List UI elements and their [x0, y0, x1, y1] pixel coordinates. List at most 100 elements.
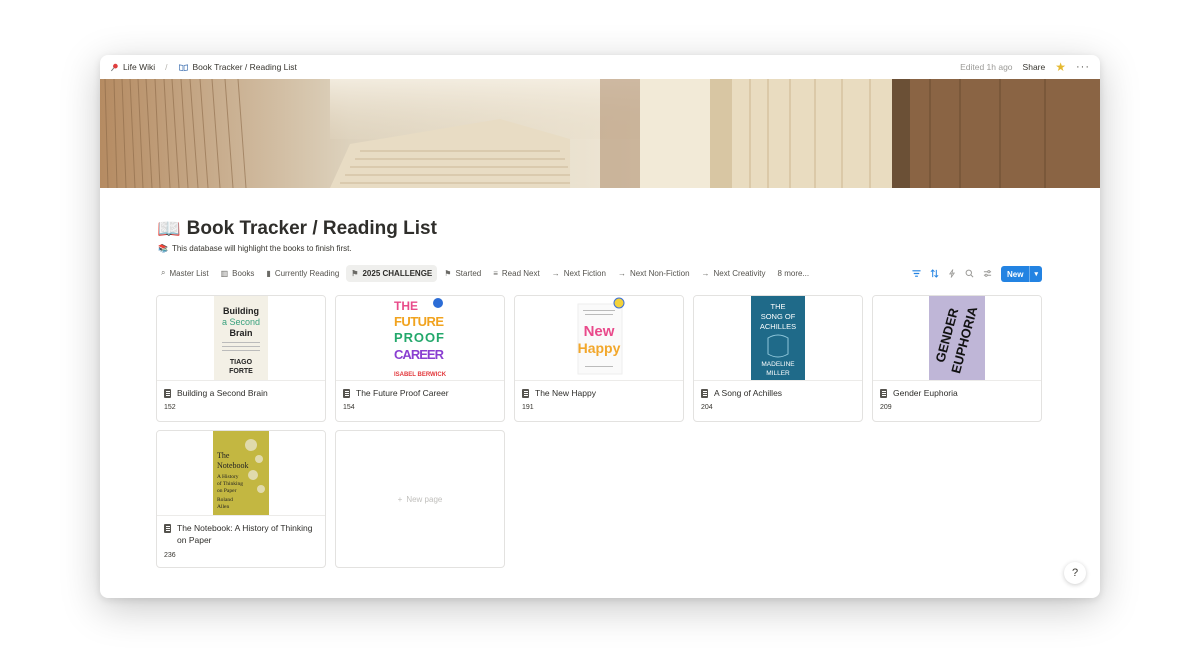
help-icon: ?: [1071, 567, 1079, 579]
card-title: A Song of Achilles: [694, 381, 862, 399]
cover-text: CAREER: [394, 347, 445, 362]
new-button[interactable]: New ▾: [1001, 266, 1042, 282]
tab-read-next[interactable]: ≡ Read Next: [488, 265, 544, 282]
tab-next-creativity[interactable]: → Next Creativity: [697, 265, 771, 282]
book-title: The Notebook: A History of Thinking on P…: [177, 523, 313, 546]
cover-text: MADELINE: [761, 361, 795, 368]
more-options-icon[interactable]: ···: [1076, 61, 1090, 73]
breadcrumb-item-book-tracker[interactable]: Book Tracker / Reading List: [178, 62, 297, 72]
page-icon: [164, 524, 171, 533]
view-settings-icon[interactable]: [983, 269, 992, 280]
arrow-right-icon: →: [617, 268, 626, 278]
cover-text: MILLER: [766, 370, 790, 377]
page-count: 236: [164, 551, 176, 559]
tab-label: Next Fiction: [563, 268, 606, 278]
cover-text: New: [584, 323, 615, 340]
tab-started[interactable]: ⚑ Started: [439, 265, 486, 282]
tab-label: Started: [455, 268, 482, 278]
plus-icon: +: [397, 494, 403, 504]
cover-text: Happy: [578, 340, 621, 356]
card-title: Gender Euphoria: [873, 381, 1041, 399]
card-title: The New Happy: [515, 381, 683, 399]
tab-next-non-fiction[interactable]: → Next Non-Fiction: [613, 265, 695, 282]
cover-text: Building: [223, 306, 259, 316]
cover-text: THE: [771, 302, 786, 311]
page-icon: [701, 389, 708, 398]
open-book-icon: [178, 63, 188, 71]
book-cover: Building a Second Brain TIAGO FORTE: [157, 296, 325, 381]
page-icon: [164, 389, 171, 398]
automation-lightning-icon[interactable]: [948, 268, 956, 280]
cover-text: THE: [394, 299, 418, 313]
page-icon: [343, 389, 350, 398]
sort-icon[interactable]: [930, 268, 939, 280]
cover-text: ACHILLES: [760, 322, 796, 331]
tab-label: Next Non-Fiction: [629, 268, 690, 278]
tab-currently-reading[interactable]: ▮ Currently Reading: [261, 265, 344, 282]
tab-more-views[interactable]: 8 more...: [773, 265, 815, 282]
page-icon: [522, 389, 529, 398]
book-cover: New Happy: [515, 296, 683, 381]
page-emoji-icon[interactable]: 📖: [157, 217, 181, 241]
checkered-flag-icon: ⚑: [351, 268, 359, 278]
book-title: Building a Second Brain: [177, 388, 268, 398]
cover-image: [100, 79, 1100, 188]
arrow-right-icon: →: [551, 268, 560, 278]
cover-text: of Thinking: [217, 480, 243, 487]
binoculars-icon: ⌕: [161, 268, 166, 277]
cover-text: TIAGO: [230, 359, 253, 366]
stack-icon: ≡: [493, 268, 498, 278]
gallery-card[interactable]: The Notebook A History of Thinking on Pa…: [156, 430, 326, 568]
books-stack-icon: 📚: [158, 244, 168, 253]
gallery-card[interactable]: THE SONG OF ACHILLES MADELINE MILLER A S…: [693, 295, 863, 422]
cover-text: ISABEL BERWICK: [394, 372, 447, 378]
breadcrumb-separator: /: [165, 62, 168, 72]
gallery-card[interactable]: GENDER EUPHORIA Gender Euphoria 209: [872, 295, 1042, 422]
tab-label: Master List: [169, 268, 209, 278]
edited-timestamp: Edited 1h ago: [960, 62, 1013, 72]
cover-text: The: [217, 451, 230, 460]
help-button[interactable]: ?: [1064, 562, 1086, 584]
page-count: 204: [701, 404, 713, 412]
cover-text: PROOF: [394, 330, 444, 345]
new-page-card[interactable]: + New page: [335, 430, 505, 568]
tab-2025-challenge[interactable]: ⚑ 2025 CHALLENGE: [346, 264, 438, 282]
chevron-down-icon[interactable]: ▾: [1029, 266, 1042, 282]
filter-icon[interactable]: [912, 269, 921, 280]
book-cover: THE FUTURE PROOF CAREER ISABEL BERWICK: [336, 296, 504, 381]
cover-text: SONG OF: [761, 312, 796, 321]
page-description[interactable]: 📚 This database will highlight the books…: [158, 244, 352, 253]
favorite-star-icon[interactable]: ★: [1055, 61, 1066, 73]
page-count: 152: [164, 404, 176, 412]
gallery-card[interactable]: THE FUTURE PROOF CAREER ISABEL BERWICK T…: [335, 295, 505, 422]
breadcrumb: Life Wiki / Book Tracker / Reading List: [110, 62, 297, 72]
gallery-card[interactable]: Building a Second Brain TIAGO FORTE Buil…: [156, 295, 326, 422]
breadcrumb-item-life-wiki[interactable]: Life Wiki: [110, 62, 155, 72]
cover-text: a Second: [222, 317, 260, 327]
page-description-text: This database will highlight the books t…: [171, 244, 352, 253]
card-title: The Notebook: A History of Thinking on P…: [157, 516, 325, 547]
tab-master-list[interactable]: ⌕ Master List: [156, 264, 214, 282]
book-icon: ▥: [220, 268, 229, 278]
tab-next-fiction[interactable]: → Next Fiction: [547, 265, 611, 282]
top-bar: Life Wiki / Book Tracker / Reading List …: [100, 55, 1100, 79]
cover-text: FUTURE: [394, 314, 444, 329]
search-icon[interactable]: [965, 269, 974, 280]
cover-text: Notebook: [217, 461, 249, 470]
bookmark-icon: ▮: [266, 268, 271, 278]
book-cover: GENDER EUPHORIA: [873, 296, 1041, 381]
book-title: A Song of Achilles: [714, 388, 783, 398]
breadcrumb-label: Life Wiki: [123, 62, 156, 72]
page-title[interactable]: 📖 Book Tracker / Reading List: [157, 217, 437, 241]
share-button[interactable]: Share: [1023, 62, 1046, 72]
book-title: The Future Proof Career: [356, 388, 449, 398]
tab-books[interactable]: ▥ Books: [216, 265, 260, 282]
gallery-card[interactable]: New Happy The New Happy 191: [514, 295, 684, 422]
page-title-text: Book Tracker / Reading List: [186, 218, 437, 239]
cover-text: on Paper: [217, 488, 237, 494]
app-window: Life Wiki / Book Tracker / Reading List …: [100, 55, 1100, 598]
cover-text: FORTE: [229, 368, 253, 375]
tab-label: 8 more...: [777, 268, 810, 278]
topbar-actions: Edited 1h ago Share ★ ···: [960, 61, 1090, 73]
cover-text: Brain: [229, 328, 252, 338]
